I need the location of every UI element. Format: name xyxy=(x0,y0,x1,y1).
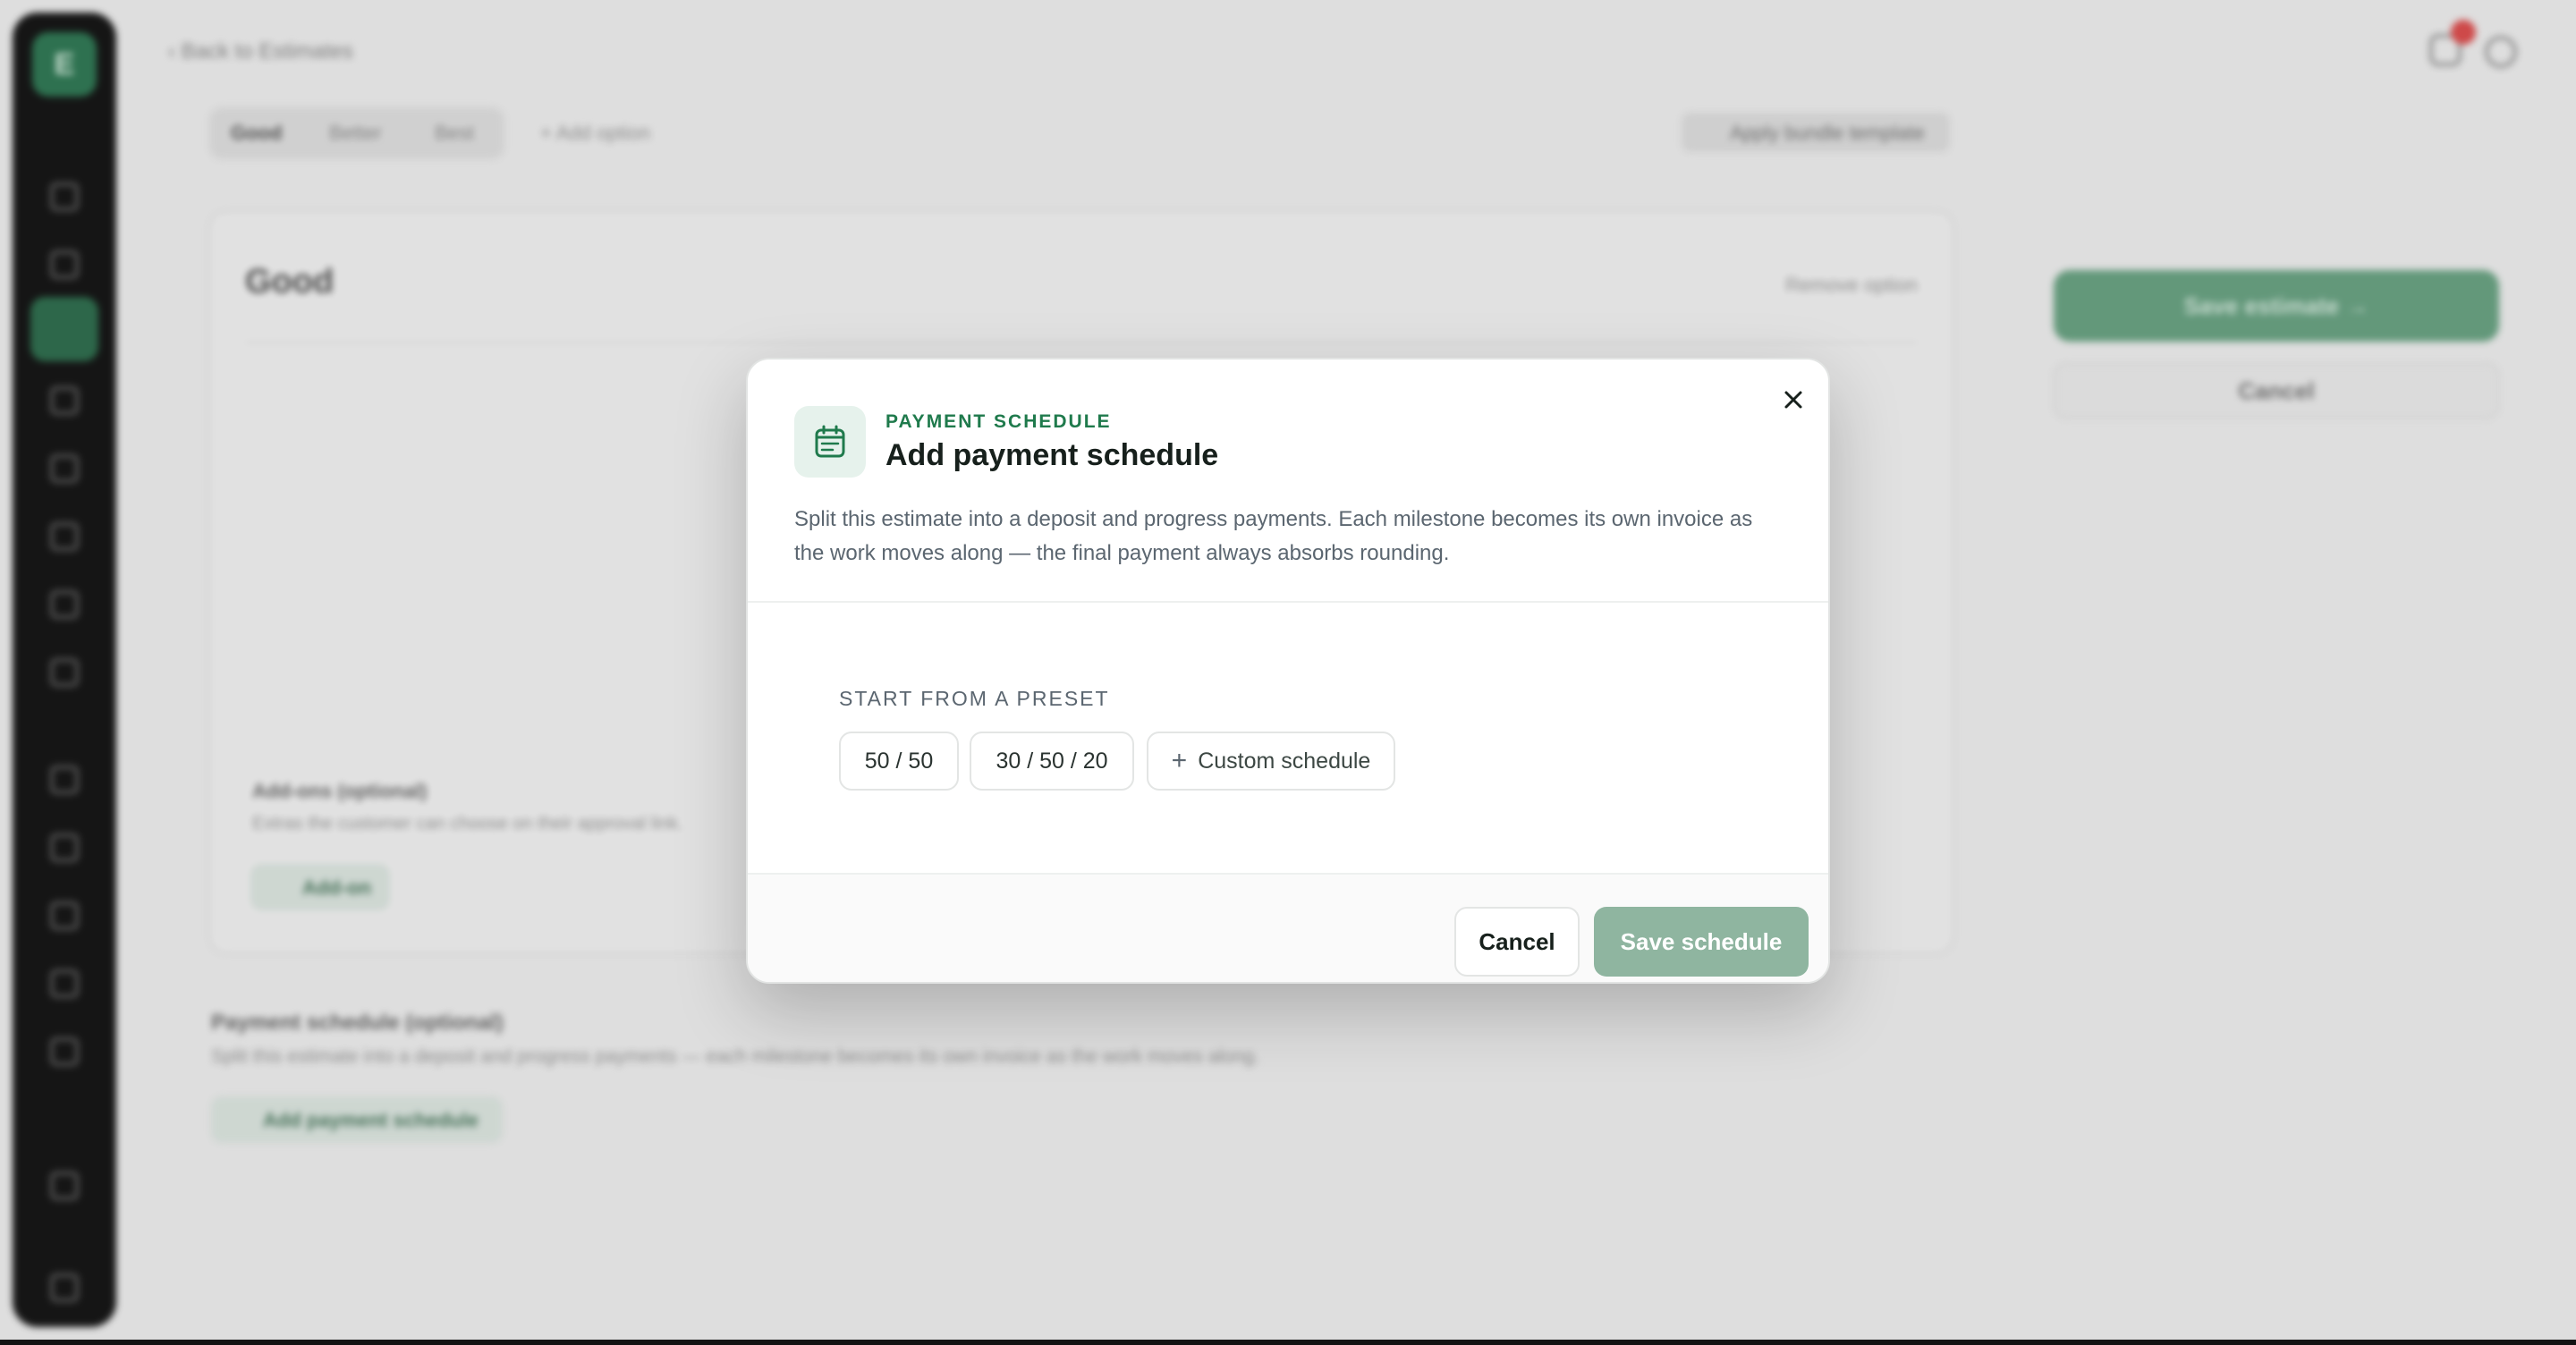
dialog-eyebrow: PAYMENT SCHEDULE xyxy=(886,411,1112,432)
plus-icon: + xyxy=(1171,746,1188,775)
payment-schedule-dialog: PAYMENT SCHEDULE Add payment schedule Sp… xyxy=(746,358,1830,984)
preset-50-50-button[interactable]: 50 / 50 xyxy=(839,732,959,791)
preset-30-50-20-button[interactable]: 30 / 50 / 20 xyxy=(970,732,1134,791)
dialog-description: Split this estimate into a deposit and p… xyxy=(794,507,1753,565)
close-icon[interactable] xyxy=(1773,379,1814,420)
custom-schedule-label: Custom schedule xyxy=(1198,748,1371,774)
dialog-title: Add payment schedule xyxy=(886,438,1219,472)
cancel-button[interactable]: Cancel xyxy=(1454,907,1580,977)
divider xyxy=(748,601,1828,603)
calendar-icon xyxy=(794,406,866,478)
preset-label: START FROM A PRESET xyxy=(839,687,1110,710)
custom-schedule-button[interactable]: + Custom schedule xyxy=(1147,732,1395,791)
save-schedule-button[interactable]: Save schedule xyxy=(1594,907,1809,977)
